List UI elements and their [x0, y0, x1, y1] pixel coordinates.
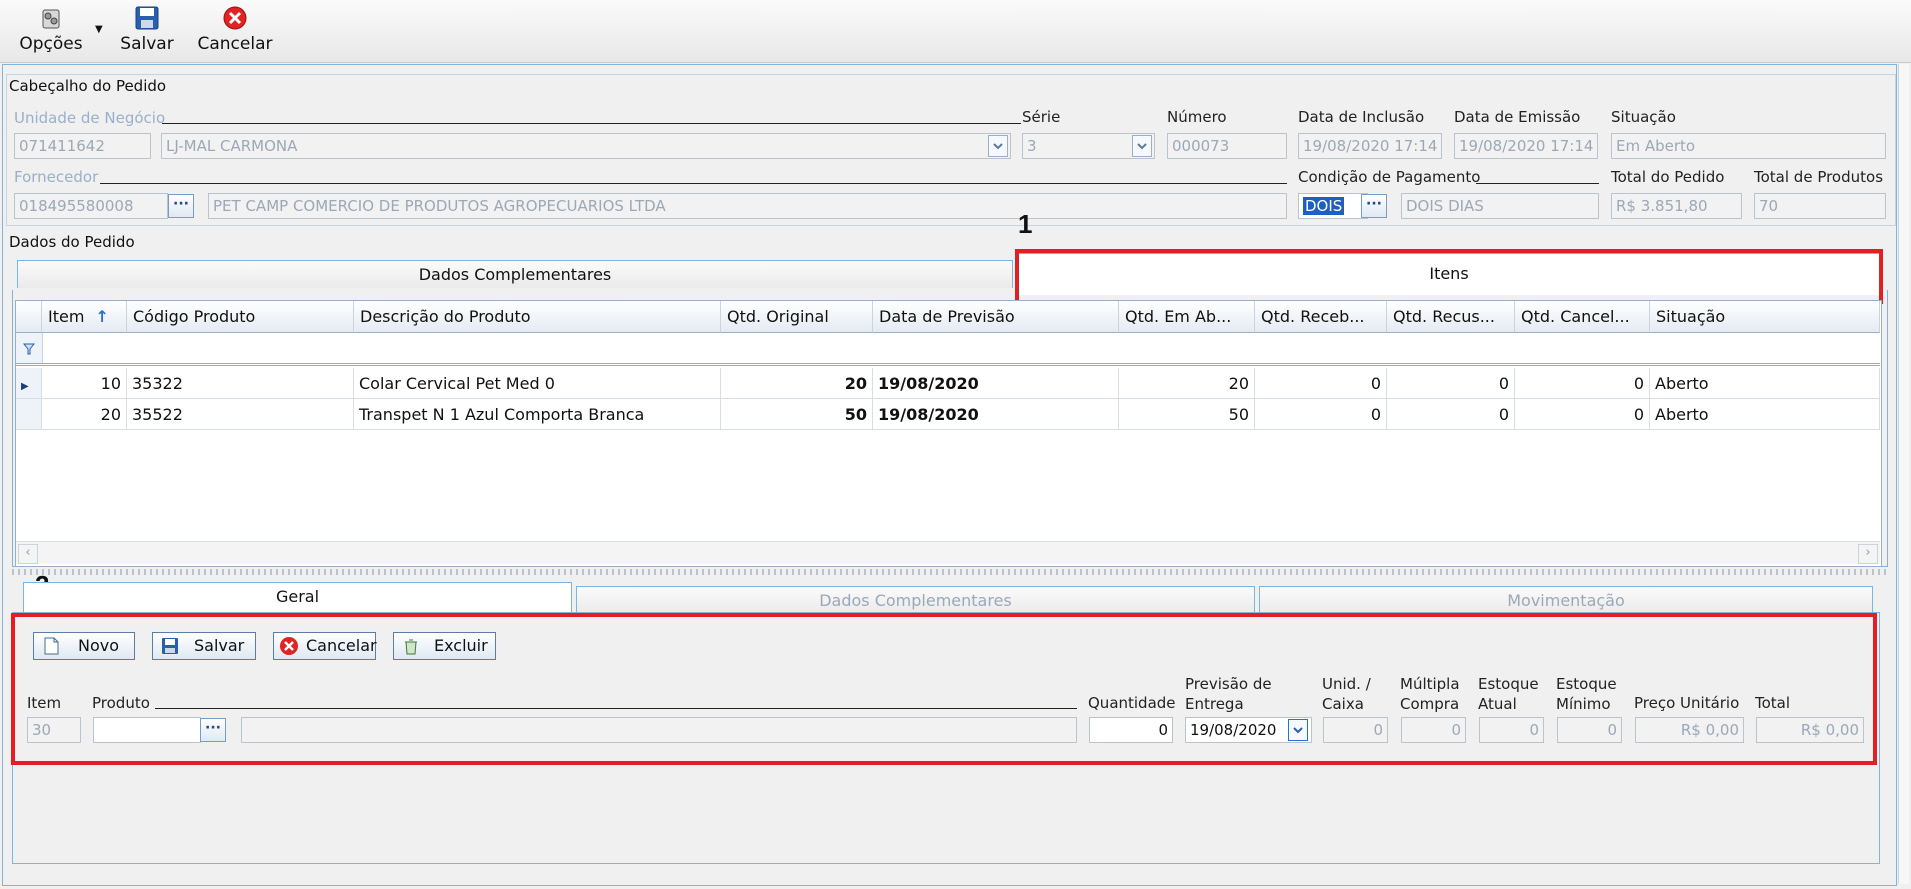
- data-emissao-label: Data de Emissão: [1454, 108, 1581, 126]
- condicao-label: Condição de Pagamento: [1298, 168, 1481, 186]
- options-icon: [42, 9, 60, 29]
- serie-dropdown-icon[interactable]: [1132, 135, 1152, 157]
- cell-item: 10: [42, 368, 127, 399]
- window-edge: [1898, 64, 1909, 884]
- toolbar: Opções ▼ Salvar Cancelar: [0, 0, 1911, 63]
- column-header-codigo[interactable]: Código Produto: [127, 301, 354, 333]
- cell-qtd-recebida: 0: [1255, 399, 1387, 430]
- unidade-underline: [162, 123, 1021, 124]
- column-header-qtd-recebida[interactable]: Qtd. Receb...: [1255, 301, 1387, 333]
- column-header-qtd-cancelada[interactable]: Qtd. Cancel...: [1515, 301, 1650, 333]
- scroll-right-icon[interactable]: ›: [1858, 544, 1878, 564]
- options-button[interactable]: Opções: [14, 0, 88, 60]
- numero-field[interactable]: 000073: [1167, 133, 1287, 159]
- filter-row-header: [16, 333, 43, 363]
- data-emissao-field[interactable]: 19/08/2020 17:14: [1454, 133, 1598, 159]
- row-header: [16, 399, 42, 430]
- cell-item: 20: [42, 399, 127, 430]
- fornecedor-lookup-button[interactable]: ···: [168, 194, 194, 218]
- cell-qtd-recusada: 0: [1387, 399, 1515, 430]
- cell-qtd-cancelada: 0: [1515, 368, 1650, 399]
- cell-qtd-em-aberto: 20: [1119, 368, 1255, 399]
- scroll-left-icon[interactable]: ‹: [18, 544, 38, 564]
- table-row[interactable]: 20 35522 Transpet N 1 Azul Comporta Bran…: [16, 399, 1880, 430]
- condicao-desc-field[interactable]: DOIS DIAS: [1401, 193, 1599, 219]
- options-dropdown-arrow-icon[interactable]: ▼: [95, 24, 103, 35]
- fornecedor-name-field[interactable]: PET CAMP COMERCIO DE PRODUTOS AGROPECUAR…: [208, 193, 1287, 219]
- save-icon: [135, 6, 159, 30]
- column-header-descricao[interactable]: Descrição do Produto: [354, 301, 721, 333]
- cell-qtd-cancelada: 0: [1515, 399, 1650, 430]
- cell-data-previsao: 19/08/2020: [873, 368, 1119, 399]
- splitter[interactable]: [12, 569, 1886, 575]
- header-section-title: Cabeçalho do Pedido: [9, 77, 167, 95]
- cell-data-previsao: 19/08/2020: [873, 399, 1119, 430]
- unidade-dropdown-icon[interactable]: [988, 135, 1008, 157]
- cancel-icon: [223, 6, 247, 30]
- filter-icon[interactable]: [16, 333, 42, 363]
- column-header-qtd-em-aberto[interactable]: Qtd. Em Ab...: [1119, 301, 1255, 333]
- cell-qtd-original: 50: [721, 399, 873, 430]
- data-inclusao-field[interactable]: 19/08/2020 17:14: [1298, 133, 1442, 159]
- tab-item-dados-complementares[interactable]: Dados Complementares: [576, 586, 1255, 614]
- unidade-label: Unidade de Negócio: [14, 109, 166, 127]
- cell-codigo: 35322: [127, 368, 354, 399]
- fornecedor-label: Fornecedor: [14, 168, 99, 186]
- items-grid: Item ↑ Código Produto Descrição do Produ…: [15, 300, 1882, 567]
- column-header-item-label: Item: [48, 307, 85, 326]
- filter-row[interactable]: [16, 333, 1880, 366]
- total-produtos-label: Total de Produtos: [1754, 168, 1884, 186]
- total-pedido-label: Total do Pedido: [1611, 168, 1725, 186]
- cell-qtd-em-aberto: 50: [1119, 399, 1255, 430]
- column-header-qtd-recusada[interactable]: Qtd. Recus...: [1387, 301, 1515, 333]
- column-header-item[interactable]: Item ↑: [42, 301, 127, 333]
- cell-qtd-recebida: 0: [1255, 368, 1387, 399]
- total-pedido-field[interactable]: R$ 3.851,80: [1611, 193, 1742, 219]
- condicao-underline: [1476, 183, 1599, 184]
- fornecedor-code-field[interactable]: 018495580008: [14, 193, 168, 219]
- highlight-box-2: [11, 613, 1877, 765]
- tab-movimentacao[interactable]: Movimentação: [1259, 586, 1873, 614]
- cell-descricao: Transpet N 1 Azul Comporta Branca: [354, 399, 721, 430]
- column-header-data-previsao[interactable]: Data de Previsão: [873, 301, 1119, 333]
- horizontal-scrollbar[interactable]: ‹ ›: [16, 541, 1880, 564]
- column-header-qtd-original[interactable]: Qtd. Original: [721, 301, 873, 333]
- unidade-name-select[interactable]: LJ-MAL CARMONA: [161, 133, 1011, 159]
- cell-codigo: 35522: [127, 399, 354, 430]
- data-inclusao-label: Data de Inclusão: [1298, 108, 1425, 126]
- order-section-title: Dados do Pedido: [9, 233, 135, 251]
- tab-geral[interactable]: Geral: [23, 582, 572, 612]
- grid-corner: [16, 301, 42, 333]
- fornecedor-underline: [100, 183, 1287, 184]
- numero-label: Número: [1167, 108, 1227, 126]
- cancel-label: Cancelar: [197, 34, 273, 54]
- serie-label: Série: [1022, 108, 1061, 126]
- annotation-marker-1: 1: [1018, 209, 1033, 239]
- column-header-situacao[interactable]: Situação: [1650, 301, 1880, 333]
- condicao-lookup-button[interactable]: ···: [1361, 194, 1387, 218]
- save-button[interactable]: Salvar: [116, 0, 178, 60]
- table-row[interactable]: ▶ 10 35322 Colar Cervical Pet Med 0 20 1…: [16, 368, 1880, 399]
- row-selected-indicator-icon: ▶: [16, 368, 42, 399]
- condicao-code-selected: DOIS: [1303, 197, 1345, 215]
- tab-dados-complementares[interactable]: Dados Complementares: [17, 260, 1013, 288]
- cell-qtd-recusada: 0: [1387, 368, 1515, 399]
- total-produtos-field[interactable]: 70: [1754, 193, 1886, 219]
- cell-descricao: Colar Cervical Pet Med 0: [354, 368, 721, 399]
- unidade-code-field[interactable]: 071411642: [14, 133, 151, 159]
- options-label: Opções: [19, 34, 83, 54]
- cell-situacao: Aberto: [1650, 368, 1880, 399]
- cancel-button[interactable]: Cancelar: [196, 0, 274, 60]
- cell-situacao: Aberto: [1650, 399, 1880, 430]
- cell-qtd-original: 20: [721, 368, 873, 399]
- situacao-label: Situação: [1611, 108, 1676, 126]
- situacao-field[interactable]: Em Aberto: [1611, 133, 1886, 159]
- sort-ascending-icon: ↑: [95, 307, 109, 326]
- save-label: Salvar: [120, 34, 174, 54]
- condicao-code-field[interactable]: DOIS: [1298, 193, 1368, 219]
